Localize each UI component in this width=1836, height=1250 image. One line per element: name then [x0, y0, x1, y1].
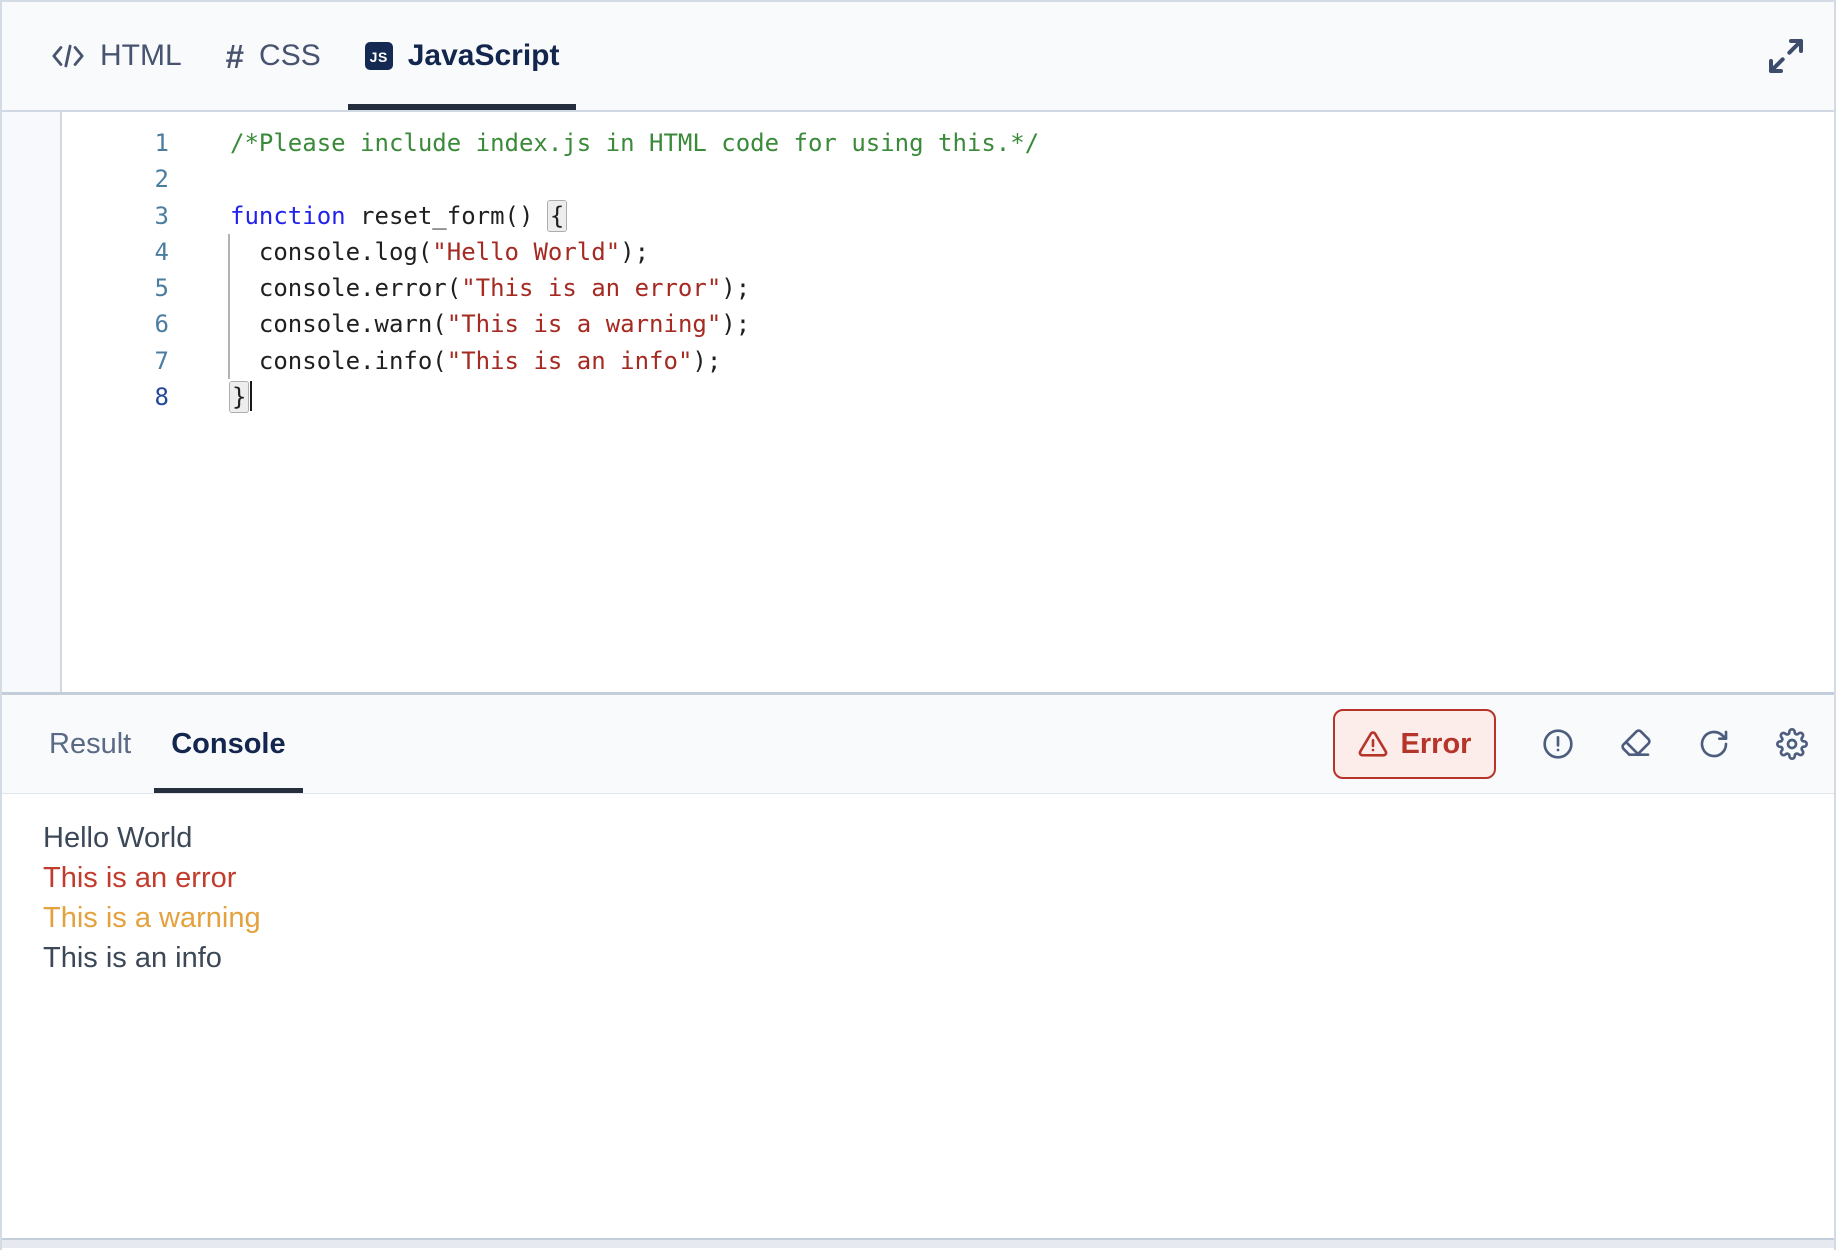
- code-line-content: }: [169, 379, 252, 415]
- tab-javascript[interactable]: JS JavaScript: [365, 2, 560, 110]
- code-line-content: console.log("Hello World");: [169, 234, 649, 270]
- code-token-plain: );: [692, 347, 721, 375]
- tab-css-label: CSS: [259, 39, 321, 73]
- code-token-plain: reset_form(): [346, 202, 548, 230]
- warning-triangle-icon: [1358, 729, 1388, 759]
- page-background-strip: [2, 1240, 1834, 1248]
- clear-console-button[interactable]: [1620, 728, 1652, 760]
- expand-icon: [1766, 36, 1806, 76]
- code-playground: HTML # CSS JS JavaScript 1 /*Please inclu…: [0, 0, 1836, 1250]
- code-token-bracket: {: [548, 201, 566, 231]
- expand-button[interactable]: [1766, 36, 1806, 76]
- console-message-error: This is an error: [43, 858, 1834, 898]
- code-line-8[interactable]: 8}: [64, 379, 1834, 415]
- code-line-6[interactable]: 6 console.warn("This is a warning");: [64, 306, 1834, 342]
- line-number: 1: [64, 125, 169, 161]
- line-number: 3: [64, 198, 169, 234]
- report-button[interactable]: [1542, 728, 1574, 760]
- code-tag-icon: [51, 43, 85, 69]
- code-token-plain: console.warn(: [230, 310, 447, 338]
- code-token-plain: console.error(: [230, 274, 461, 302]
- settings-button[interactable]: [1776, 728, 1808, 760]
- code-token-plain: console.log(: [230, 238, 432, 266]
- settings-icon: [1776, 728, 1808, 760]
- tab-javascript-label: JavaScript: [408, 39, 560, 73]
- console-message-log: Hello World: [43, 818, 1834, 858]
- console-message-warn: This is a warning: [43, 898, 1834, 938]
- console-tab-bar: Result Console Error: [2, 692, 1834, 794]
- console-output: Hello WorldThis is an errorThis is a war…: [2, 794, 1834, 1240]
- code-token-string: "Hello World": [432, 238, 620, 266]
- tab-html-label: HTML: [100, 39, 182, 73]
- tab-css[interactable]: # CSS: [226, 2, 321, 110]
- tab-result[interactable]: Result: [49, 695, 131, 793]
- code-line-7[interactable]: 7 console.info("This is an info");: [64, 343, 1834, 379]
- code-token-plain: );: [721, 274, 750, 302]
- code-token-comment: /*Please include index.js in HTML code f…: [230, 129, 1039, 157]
- line-number: 7: [64, 343, 169, 379]
- code-line-5[interactable]: 5 console.error("This is an error");: [64, 270, 1834, 306]
- code-line-content: console.warn("This is a warning");: [169, 306, 750, 342]
- tab-result-label: Result: [49, 728, 131, 761]
- tab-console-label: Console: [171, 728, 285, 761]
- js-badge-icon: JS: [365, 42, 393, 70]
- code-lines: 1 /*Please include index.js in HTML code …: [64, 125, 1834, 415]
- code-line-content: function reset_form() {: [169, 198, 566, 234]
- hash-icon: #: [226, 40, 244, 73]
- code-token-string: "This is an error": [461, 274, 721, 302]
- error-button-label: Error: [1401, 728, 1472, 761]
- code-token-string: "This is an info": [447, 347, 693, 375]
- console-message-info: This is an info: [43, 938, 1834, 978]
- code-token-plain: );: [721, 310, 750, 338]
- tab-console[interactable]: Console: [171, 695, 285, 793]
- code-line-4[interactable]: 4 console.log("Hello World");: [64, 234, 1834, 270]
- code-token-string: "This is a warning": [447, 310, 722, 338]
- code-token-keyword: function: [230, 202, 346, 230]
- line-number: 8: [64, 379, 169, 415]
- line-number: 6: [64, 306, 169, 342]
- line-number: 4: [64, 234, 169, 270]
- indent-guide: [228, 234, 230, 379]
- code-line-1[interactable]: 1 /*Please include index.js in HTML code …: [64, 125, 1834, 161]
- line-number: 5: [64, 270, 169, 306]
- refresh-icon: [1698, 728, 1730, 760]
- code-editor[interactable]: 1 /*Please include index.js in HTML code …: [2, 112, 1834, 692]
- tab-html[interactable]: HTML: [51, 2, 182, 110]
- line-number: 2: [64, 161, 169, 197]
- editor-left-gutter: [2, 112, 62, 692]
- code-token-plain: );: [620, 238, 649, 266]
- report-icon: [1542, 728, 1574, 760]
- rerun-button[interactable]: [1698, 728, 1730, 760]
- code-line-content: console.error("This is an error");: [169, 270, 750, 306]
- code-line-3[interactable]: 3function reset_form() {: [64, 198, 1834, 234]
- eraser-icon: [1620, 728, 1652, 760]
- console-actions: Error: [1333, 709, 1808, 779]
- code-token-bracket: }: [230, 382, 248, 412]
- text-cursor: [250, 381, 252, 411]
- editor-tab-bar: HTML # CSS JS JavaScript: [2, 2, 1834, 112]
- code-line-content: console.info("This is an info");: [169, 343, 721, 379]
- code-token-plain: console.info(: [230, 347, 447, 375]
- code-line-content: /*Please include index.js in HTML code f…: [169, 125, 1039, 161]
- code-line-2[interactable]: 2: [64, 161, 1834, 197]
- error-button[interactable]: Error: [1333, 709, 1496, 779]
- code-line-content: [169, 161, 230, 197]
